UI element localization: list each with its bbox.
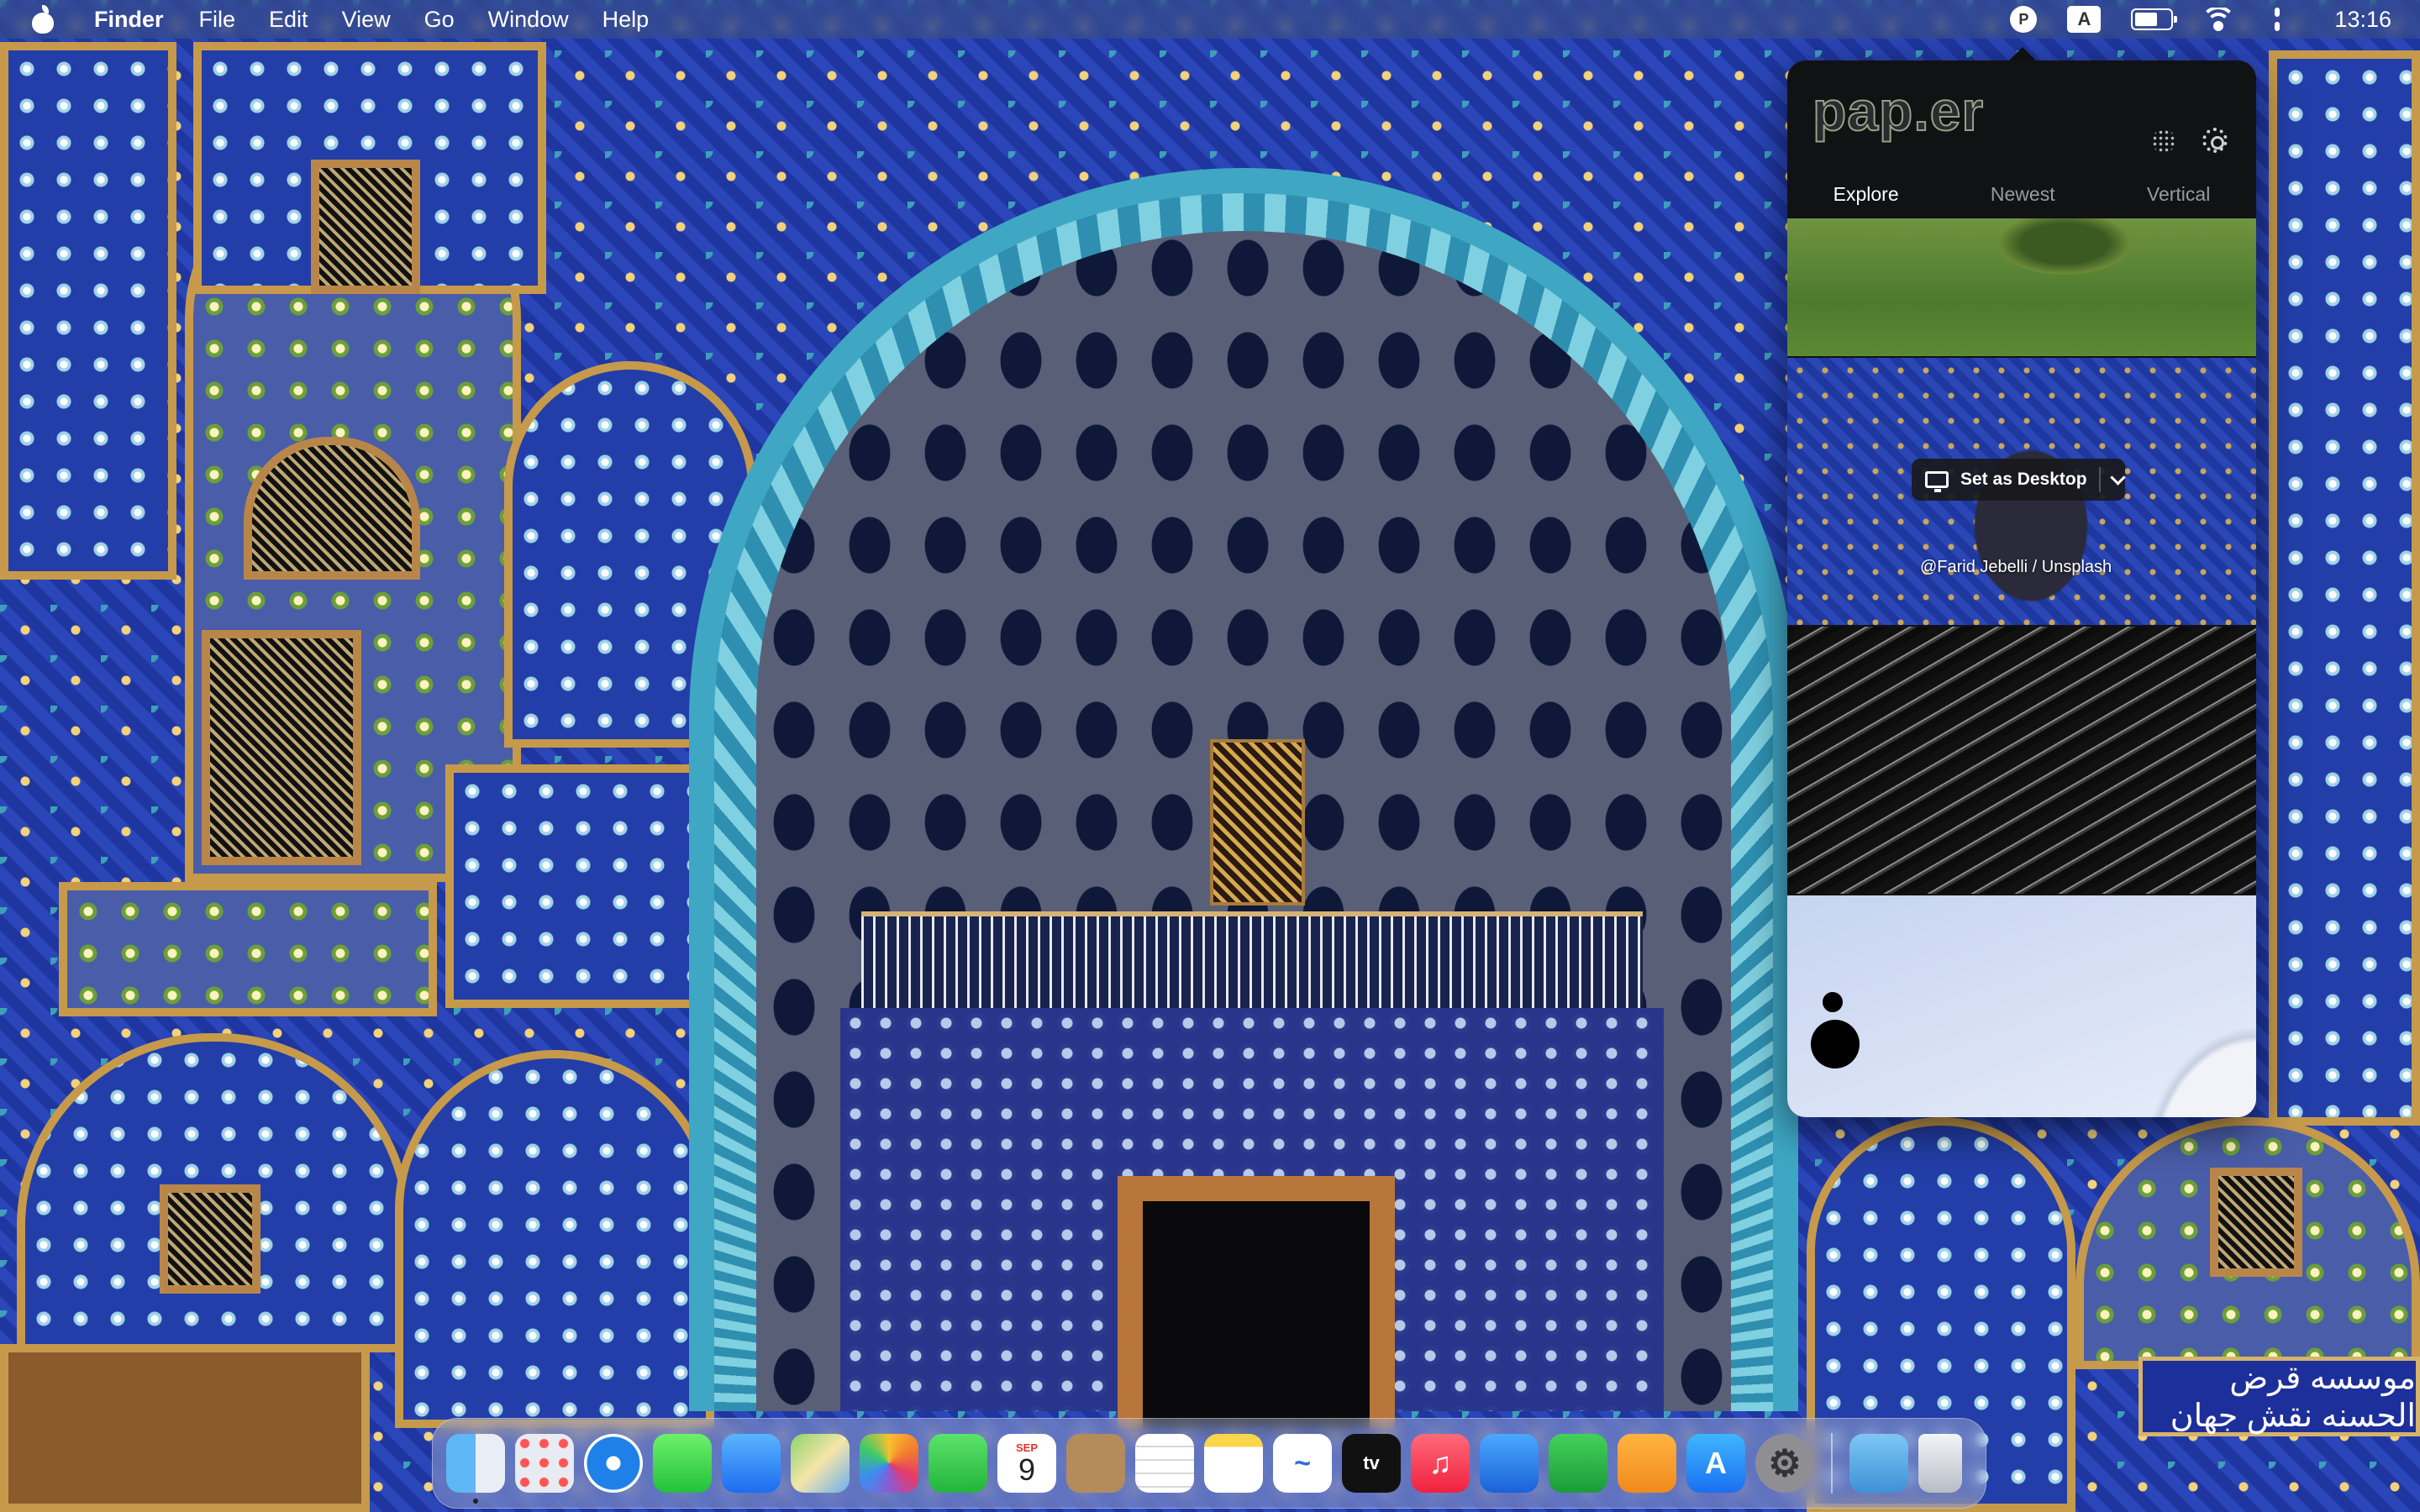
calendar-day: 9	[1018, 1452, 1036, 1487]
input-source-icon[interactable]: A	[2067, 6, 2102, 33]
dock-numbers-icon[interactable]	[1549, 1434, 1607, 1493]
apple-logo-icon[interactable]	[30, 5, 55, 34]
dock-separator	[1831, 1433, 1833, 1494]
dock-music-icon[interactable]: ♫	[1411, 1434, 1470, 1493]
dock-messages-icon[interactable]	[653, 1434, 712, 1493]
settings-gear-icon[interactable]	[2202, 128, 2228, 153]
dock-calendar-icon[interactable]: SEP 9	[997, 1434, 1056, 1493]
dock-maps-icon[interactable]	[791, 1434, 850, 1493]
paper-popover: pap.er Explore Newest Vertical Set as De…	[1787, 60, 2256, 1117]
dock-facetime-icon[interactable]	[929, 1434, 987, 1493]
wallpaper-tile-panel	[2269, 50, 2420, 1126]
wallpaper-lattice-window	[2210, 1168, 2302, 1277]
status-menu-area: P A 13:16	[1980, 0, 2420, 39]
wallpaper-tile-panel	[0, 42, 176, 580]
wifi-icon[interactable]	[2203, 8, 2234, 31]
dock-apple-tv-icon[interactable]: tv	[1342, 1434, 1401, 1493]
dock-freeform-icon[interactable]: ~	[1273, 1434, 1332, 1493]
dock-photos-icon[interactable]	[860, 1434, 918, 1493]
wallpaper-tile-panel	[59, 882, 437, 1016]
set-as-desktop-label: Set as Desktop	[1960, 470, 2087, 489]
dock-keynote-icon[interactable]	[1480, 1434, 1539, 1493]
wallpaper-thumbnail[interactable]	[1787, 895, 2256, 1117]
chevron-down-icon[interactable]	[2109, 469, 2126, 486]
tab-explore[interactable]: Explore	[1833, 178, 1899, 222]
monitor-icon	[1925, 471, 1949, 492]
dock-notes-icon[interactable]	[1204, 1434, 1263, 1493]
wallpaper-lattice-window	[311, 160, 420, 294]
menu-bar-clock[interactable]: 13:16	[2334, 7, 2391, 33]
wallpaper-center-lattice	[1210, 739, 1305, 906]
photo-credit-link[interactable]: @Farid Jebelli / Unsplash	[1920, 558, 2112, 577]
paper-logo: pap.er	[1812, 79, 1985, 143]
tab-vertical[interactable]: Vertical	[2147, 178, 2210, 217]
control-center-icon[interactable]	[2264, 8, 2291, 31]
grid-dots-icon[interactable]	[2152, 129, 2175, 153]
thumbnail-decoration	[1823, 992, 1843, 1012]
thumbnail-decoration	[1811, 1020, 1860, 1068]
dock-system-settings-icon[interactable]: ⚙	[1755, 1434, 1814, 1493]
dock-downloads-icon[interactable]	[1849, 1434, 1908, 1493]
menu-app-finder[interactable]: Finder	[94, 7, 164, 33]
paper-tab-bar: Explore Newest Vertical	[1787, 178, 2256, 222]
dock-mail-icon[interactable]	[722, 1434, 781, 1493]
set-as-desktop-button[interactable]: Set as Desktop	[1912, 459, 2126, 501]
menu-go[interactable]: Go	[424, 7, 455, 33]
wallpaper-thumbnail[interactable]	[1787, 218, 2256, 356]
wallpaper-thumbnail[interactable]: Set as Desktop @Farid Jebelli / Unsplash	[1787, 358, 2256, 625]
dock-pages-icon[interactable]	[1618, 1434, 1676, 1493]
dock-launchpad-icon[interactable]	[515, 1434, 574, 1493]
dock-app-store-icon[interactable]: A	[1686, 1434, 1745, 1493]
dock: SEP 9 ~ tv ♫ A ⚙	[432, 1418, 1986, 1509]
menu-help[interactable]: Help	[602, 7, 650, 33]
menu-file[interactable]: File	[199, 7, 236, 33]
menu-edit[interactable]: Edit	[269, 7, 308, 33]
wallpaper-lattice-window	[160, 1184, 260, 1294]
wallpaper-tile-panel	[0, 1344, 370, 1512]
wallpaper-doorway	[1143, 1201, 1370, 1428]
wallpaper-shop-sign: موسسه قرض الحسنه نقش جهان	[2139, 1357, 2420, 1436]
wallpaper-tile-panel	[445, 764, 723, 1008]
paper-status-icon[interactable]: P	[2010, 6, 2038, 33]
running-indicator	[473, 1499, 478, 1504]
dock-trash-icon[interactable]	[1918, 1434, 1962, 1493]
wallpaper-thumbnail[interactable]	[1787, 627, 2256, 894]
battery-icon[interactable]	[2131, 8, 2178, 30]
dock-safari-icon[interactable]	[584, 1434, 643, 1493]
button-divider	[2098, 467, 2101, 492]
dock-reminders-icon[interactable]	[1135, 1434, 1194, 1493]
wallpaper-tile-panel	[395, 1050, 714, 1428]
menu-window[interactable]: Window	[488, 7, 569, 33]
wallpaper-calligraphy-band	[861, 911, 1643, 1014]
menu-bar: Finder File Edit View Go Window Help P A…	[0, 0, 2420, 39]
dock-contacts-icon[interactable]	[1066, 1434, 1125, 1493]
wallpaper-lattice-window	[202, 630, 361, 865]
menu-view[interactable]: View	[342, 7, 391, 33]
tab-newest[interactable]: Newest	[1991, 178, 2055, 217]
dock-finder-icon[interactable]	[446, 1434, 505, 1504]
